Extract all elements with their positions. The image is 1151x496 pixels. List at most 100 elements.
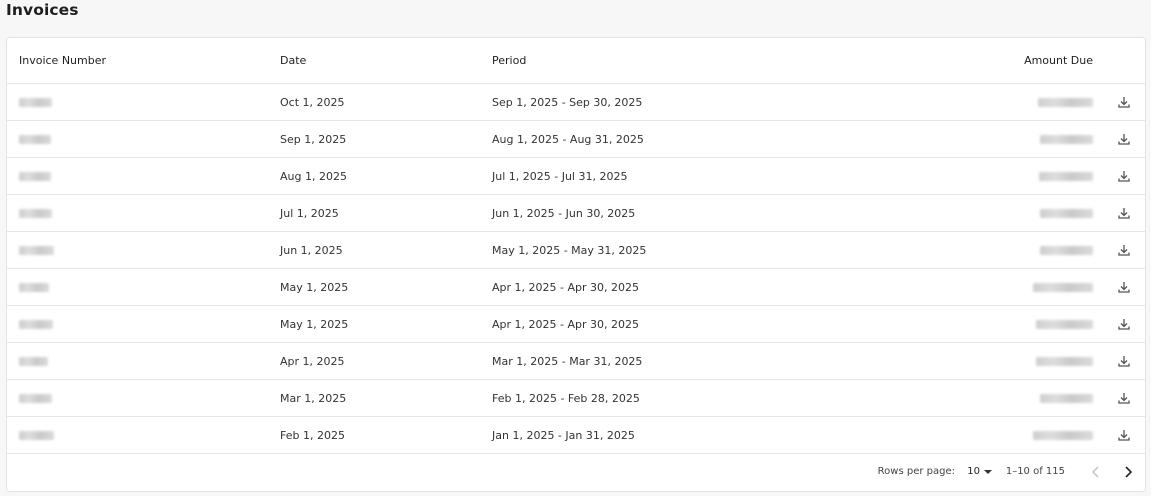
previous-page-button[interactable]	[1089, 452, 1103, 491]
amount-due-cell	[1036, 343, 1093, 379]
redacted-amount	[1039, 171, 1093, 181]
download-icon	[1118, 393, 1130, 404]
amount-due-cell	[1033, 417, 1093, 453]
pagination-bar: Rows per page: 10 1–10 of 115	[7, 452, 1145, 491]
download-invoice-button[interactable]	[1115, 158, 1133, 194]
redacted-amount	[1040, 245, 1093, 255]
table-header-row: Invoice Number Date Period Amount Due	[7, 38, 1145, 84]
header-invoice-number[interactable]: Invoice Number	[19, 38, 106, 83]
invoice-number-cell	[19, 121, 51, 157]
redacted-amount	[1040, 208, 1093, 218]
invoice-number-cell	[19, 84, 52, 120]
download-icon	[1118, 282, 1130, 293]
rows-per-page-select[interactable]: 10	[967, 452, 993, 491]
period-cell: Mar 1, 2025 - Mar 31, 2025	[492, 354, 643, 368]
period-cell: Feb 1, 2025 - Feb 28, 2025	[492, 391, 640, 405]
redacted-amount	[1036, 356, 1093, 366]
period-cell: Apr 1, 2025 - Apr 30, 2025	[492, 280, 639, 294]
download-invoice-button[interactable]	[1115, 417, 1133, 453]
amount-due-cell	[1040, 195, 1093, 231]
date-cell: Apr 1, 2025	[280, 354, 345, 368]
download-invoice-button[interactable]	[1115, 84, 1133, 120]
header-date[interactable]: Date	[280, 38, 306, 83]
table-row: Sep 1, 2025 Aug 1, 2025 - Aug 31, 2025	[7, 121, 1145, 158]
download-invoice-button[interactable]	[1115, 380, 1133, 416]
download-icon	[1118, 97, 1130, 108]
redacted-invoice-number	[19, 356, 48, 366]
period-cell: Jul 1, 2025 - Jul 31, 2025	[492, 169, 628, 183]
download-icon	[1118, 319, 1130, 330]
invoice-number-cell	[19, 195, 52, 231]
table-row: May 1, 2025 Apr 1, 2025 - Apr 30, 2025	[7, 306, 1145, 343]
amount-due-cell	[1036, 306, 1093, 342]
date-cell: Jun 1, 2025	[280, 243, 343, 257]
header-amount-due[interactable]: Amount Due	[1024, 38, 1093, 83]
redacted-amount	[1036, 319, 1093, 329]
invoice-number-cell	[19, 158, 51, 194]
redacted-invoice-number	[19, 171, 51, 181]
invoice-number-cell	[19, 269, 49, 305]
invoices-table: Invoice Number Date Period Amount Due Oc…	[6, 37, 1146, 492]
amount-due-cell	[1040, 232, 1093, 268]
download-invoice-button[interactable]	[1115, 195, 1133, 231]
redacted-invoice-number	[19, 134, 51, 144]
amount-due-cell	[1039, 158, 1093, 194]
redacted-invoice-number	[19, 393, 52, 403]
date-cell: Sep 1, 2025	[280, 132, 347, 146]
invoice-number-cell	[19, 306, 53, 342]
redacted-amount	[1033, 430, 1093, 440]
date-cell: May 1, 2025	[280, 317, 349, 331]
redacted-amount	[1040, 393, 1093, 403]
date-cell: Feb 1, 2025	[280, 428, 345, 442]
date-cell: Oct 1, 2025	[280, 95, 345, 109]
chevron-left-icon	[1091, 465, 1099, 478]
redacted-amount	[1038, 97, 1093, 107]
period-cell: May 1, 2025 - May 31, 2025	[492, 243, 647, 257]
download-invoice-button[interactable]	[1115, 121, 1133, 157]
rows-per-page-label: Rows per page:	[877, 466, 955, 477]
table-row: Jul 1, 2025 Jun 1, 2025 - Jun 30, 2025	[7, 195, 1145, 232]
download-icon	[1118, 245, 1130, 256]
download-invoice-button[interactable]	[1115, 306, 1133, 342]
amount-due-cell	[1040, 380, 1093, 416]
header-period[interactable]: Period	[492, 38, 526, 83]
amount-due-cell	[1033, 269, 1093, 305]
table-row: Apr 1, 2025 Mar 1, 2025 - Mar 31, 2025	[7, 343, 1145, 380]
redacted-invoice-number	[19, 430, 54, 440]
rows-per-page-value: 10	[967, 466, 980, 477]
invoice-number-cell	[19, 343, 48, 379]
download-icon	[1118, 430, 1130, 441]
table-row: Feb 1, 2025 Jan 1, 2025 - Jan 31, 2025	[7, 417, 1145, 454]
period-cell: Sep 1, 2025 - Sep 30, 2025	[492, 95, 643, 109]
table-row: May 1, 2025 Apr 1, 2025 - Apr 30, 2025	[7, 269, 1145, 306]
date-cell: Aug 1, 2025	[280, 169, 347, 183]
date-cell: Mar 1, 2025	[280, 391, 347, 405]
date-cell: Jul 1, 2025	[280, 206, 339, 220]
chevron-right-icon	[1125, 465, 1133, 478]
invoice-number-cell	[19, 380, 52, 416]
invoice-number-cell	[19, 232, 54, 268]
download-icon	[1118, 208, 1130, 219]
download-icon	[1118, 134, 1130, 145]
download-invoice-button[interactable]	[1115, 232, 1133, 268]
period-cell: Jan 1, 2025 - Jan 31, 2025	[492, 428, 635, 442]
period-cell: Jun 1, 2025 - Jun 30, 2025	[492, 206, 636, 220]
redacted-amount	[1033, 282, 1093, 292]
redacted-invoice-number	[19, 319, 53, 329]
redacted-invoice-number	[19, 97, 52, 107]
table-row: Mar 1, 2025 Feb 1, 2025 - Feb 28, 2025	[7, 380, 1145, 417]
download-invoice-button[interactable]	[1115, 269, 1133, 305]
download-invoice-button[interactable]	[1115, 343, 1133, 379]
page-title: Invoices	[6, 1, 79, 19]
table-row: Aug 1, 2025 Jul 1, 2025 - Jul 31, 2025	[7, 158, 1145, 195]
amount-due-cell	[1038, 84, 1093, 120]
table-row: Oct 1, 2025 Sep 1, 2025 - Sep 30, 2025	[7, 84, 1145, 121]
invoice-number-cell	[19, 417, 54, 453]
period-cell: Apr 1, 2025 - Apr 30, 2025	[492, 317, 639, 331]
next-page-button[interactable]	[1121, 452, 1135, 491]
redacted-amount	[1040, 134, 1093, 144]
amount-due-cell	[1040, 121, 1093, 157]
table-row: Jun 1, 2025 May 1, 2025 - May 31, 2025	[7, 232, 1145, 269]
date-cell: May 1, 2025	[280, 280, 349, 294]
period-cell: Aug 1, 2025 - Aug 31, 2025	[492, 132, 644, 146]
